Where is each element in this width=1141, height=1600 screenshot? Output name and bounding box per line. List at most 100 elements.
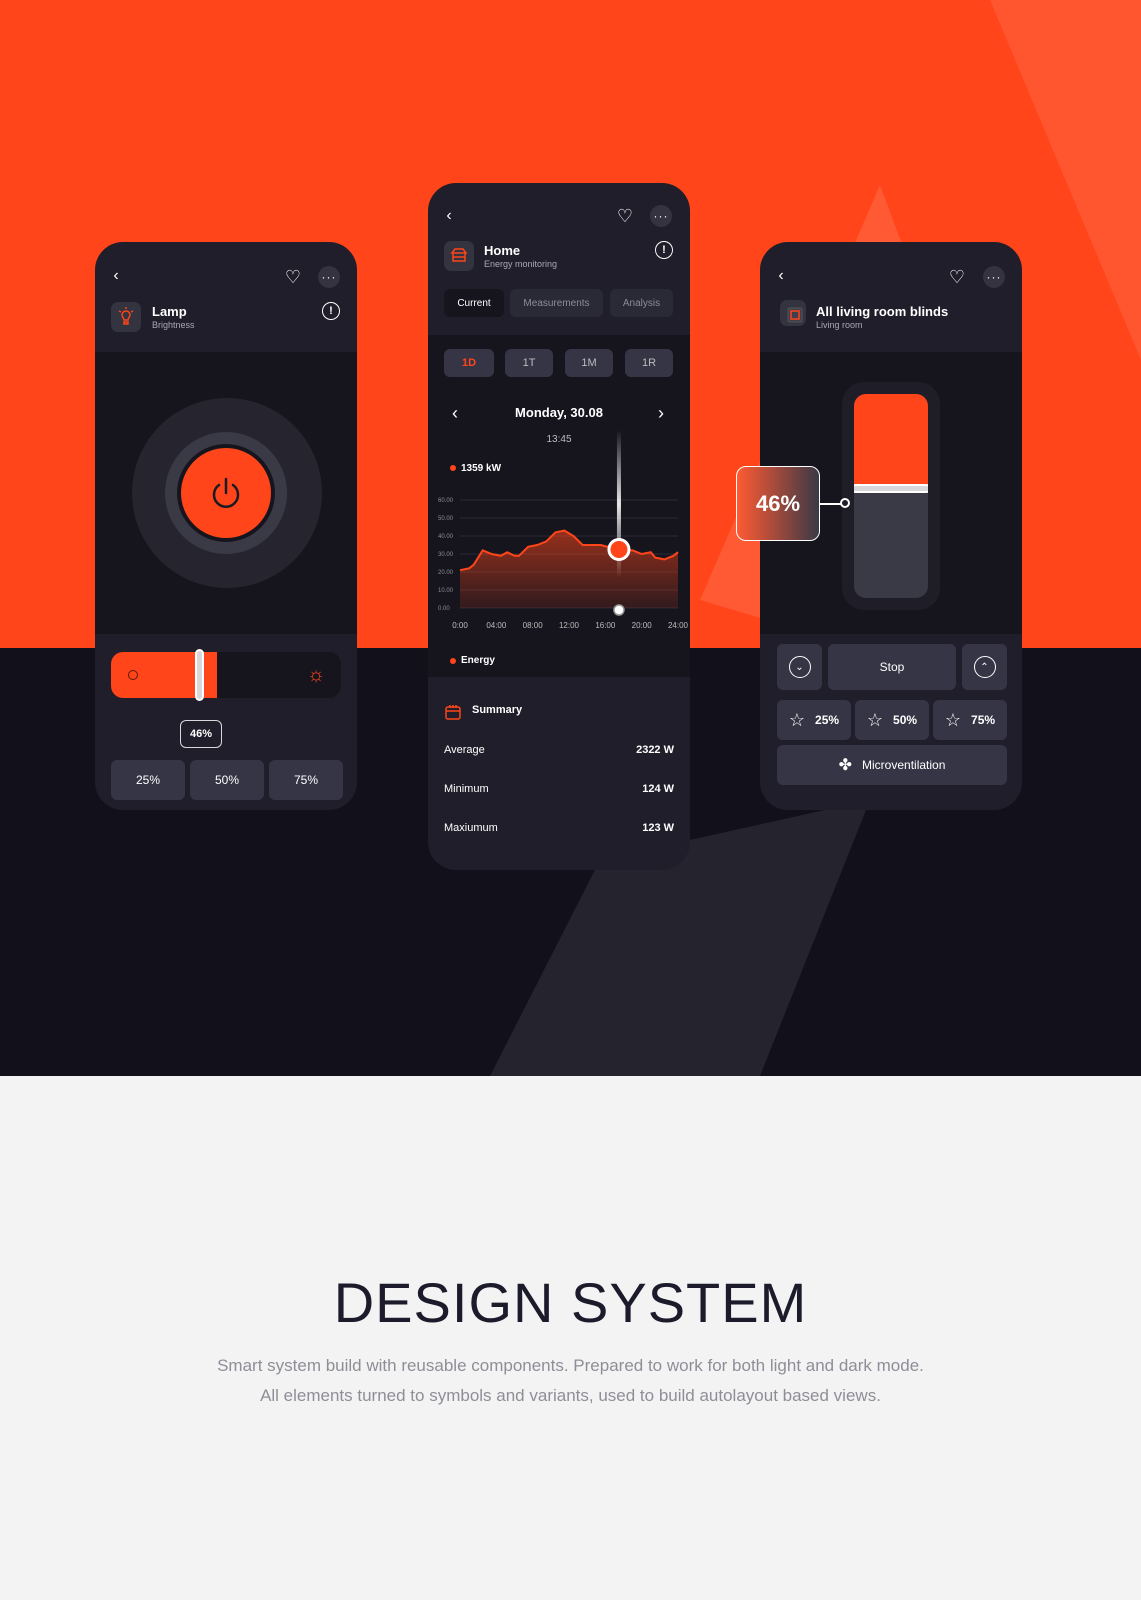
star-icon: ☆ [788,709,806,730]
x-tick-label: 20:00 [632,621,653,630]
lamp-card: ‹ ♡ ··· Lamp Brightness ! ☼ 46% 25% 50% … [95,242,357,810]
description-line-1: Smart system build with reusable compone… [217,1356,924,1375]
preset-50-button[interactable]: 50% [190,760,264,800]
info-icon[interactable]: ! [322,302,340,320]
stop-button[interactable]: Stop [828,644,956,690]
summary-value: 124 W [642,783,674,795]
x-tick-label: 08:00 [523,621,544,630]
brightness-slider[interactable]: ☼ [111,649,341,701]
blinds-up-button[interactable]: ⌃ [962,644,1007,690]
marker-point [607,538,631,561]
preset-25-button[interactable]: 25% [111,760,185,800]
next-day-icon[interactable]: › [654,403,668,423]
blinds-down-button[interactable]: ⌄ [777,644,822,690]
heart-icon[interactable]: ♡ [283,267,303,287]
energy-chart[interactable]: 60.00 50.00 40.00 30.00 20.00 10.00 0.00 0:00 04… [428,430,690,635]
home-title: Home [484,243,521,258]
power-icon [212,477,240,508]
heart-icon[interactable]: ♡ [615,206,635,226]
marker-handle [613,604,625,616]
x-tick-label: 16:00 [595,621,616,630]
y-tick-label: 10.00 [438,588,454,594]
summary-label: Maxiumum [444,822,498,834]
x-tick-label: 12:00 [559,621,580,630]
summary-value: 123 W [642,822,674,834]
calendar-icon [445,705,461,720]
star-icon: ☆ [944,709,962,730]
chevron-left-icon[interactable]: ‹ [774,266,788,286]
legend-dot [450,658,456,664]
summary-row: Average 2322 W [444,744,674,756]
heart-icon[interactable]: ♡ [947,267,967,287]
power-area [95,352,357,634]
x-tick-label: 24:00 [668,621,689,630]
energy-area [460,530,678,608]
y-tick-label: 20.00 [438,570,454,576]
legend-energy: Energy [461,655,495,666]
section-heading: DESIGN SYSTEM [333,1271,808,1334]
home-subtitle: Energy monitoring [484,259,558,269]
blinds-subtitle: Living room [816,320,863,330]
lightbulb-icon [111,302,141,332]
fan-icon: ✤ [838,757,853,774]
summary-row: Maxiumum 123 W [444,822,674,834]
chevron-up-icon: ⌃ [973,656,996,678]
blinds-preset-75[interactable]: ☆ 75% [933,700,1007,740]
range-1m[interactable]: 1M [565,349,613,377]
blinds-fill [854,394,928,488]
preset-label: 75% [971,713,996,727]
y-tick-label: 60.00 [438,498,454,504]
chevron-down-icon: ⌄ [788,656,811,678]
blinds-slider[interactable] [854,394,928,598]
blinds-value-badge: 46% [736,466,820,541]
energy-card: ‹ ♡ ··· Home Energy monitoring ! Current… [428,183,690,870]
badge-connector-dot [840,498,850,508]
star-icon: ☆ [866,709,884,730]
more-icon[interactable]: ··· [983,266,1005,288]
chart-area: 1D 1T 1M 1R ‹ Monday, 30.08 › 13:45 1359… [428,335,690,677]
dim-icon [128,670,138,680]
summary-label: Average [444,744,485,756]
preset-label: 25% [815,713,840,727]
blinds-title: All living room blinds [816,304,949,319]
x-tick-label: 04:00 [486,621,507,630]
tab-current[interactable]: Current [444,289,504,317]
brightness-value: 46% [180,720,222,748]
badge-connector [820,503,842,505]
date-label: Monday, 30.08 [515,405,603,420]
tab-analysis[interactable]: Analysis [610,289,673,317]
summary-value: 2322 W [636,744,674,756]
micro-label: Microventilation [862,758,946,772]
blinds-icon [780,300,806,326]
blinds-handle[interactable] [854,484,928,493]
blinds-preset-50[interactable]: ☆ 50% [855,700,929,740]
slider-handle[interactable] [195,649,204,701]
summary-label: Minimum [444,783,489,795]
y-tick-label: 0.00 [438,606,450,612]
preset-label: 50% [893,713,918,727]
home-icon [444,241,474,271]
x-tick-label: 0:00 [452,621,468,630]
y-tick-label: 50.00 [438,516,454,522]
lamp-subtitle: Brightness [152,320,195,330]
y-tick-label: 30.00 [438,552,454,558]
more-icon[interactable]: ··· [650,205,672,227]
blinds-preset-25[interactable]: ☆ 25% [777,700,851,740]
chevron-left-icon[interactable]: ‹ [109,266,123,286]
summary-row: Minimum 124 W [444,783,674,795]
range-1r[interactable]: 1R [625,349,673,377]
description-line-2: All elements turned to symbols and varia… [260,1386,881,1405]
lamp-title: Lamp [152,304,187,319]
y-tick-label: 40.00 [438,534,454,540]
power-button[interactable] [177,444,275,542]
microventilation-button[interactable]: ✤ Microventilation [777,745,1007,785]
info-icon[interactable]: ! [655,241,673,259]
tab-measurements[interactable]: Measurements [510,289,603,317]
more-icon[interactable]: ··· [318,266,340,288]
range-1t[interactable]: 1T [505,349,553,377]
range-1d[interactable]: 1D [444,349,494,377]
preset-75-button[interactable]: 75% [269,760,343,800]
summary-title: Summary [472,704,523,716]
chevron-left-icon[interactable]: ‹ [442,206,456,226]
sun-icon: ☼ [306,663,326,686]
